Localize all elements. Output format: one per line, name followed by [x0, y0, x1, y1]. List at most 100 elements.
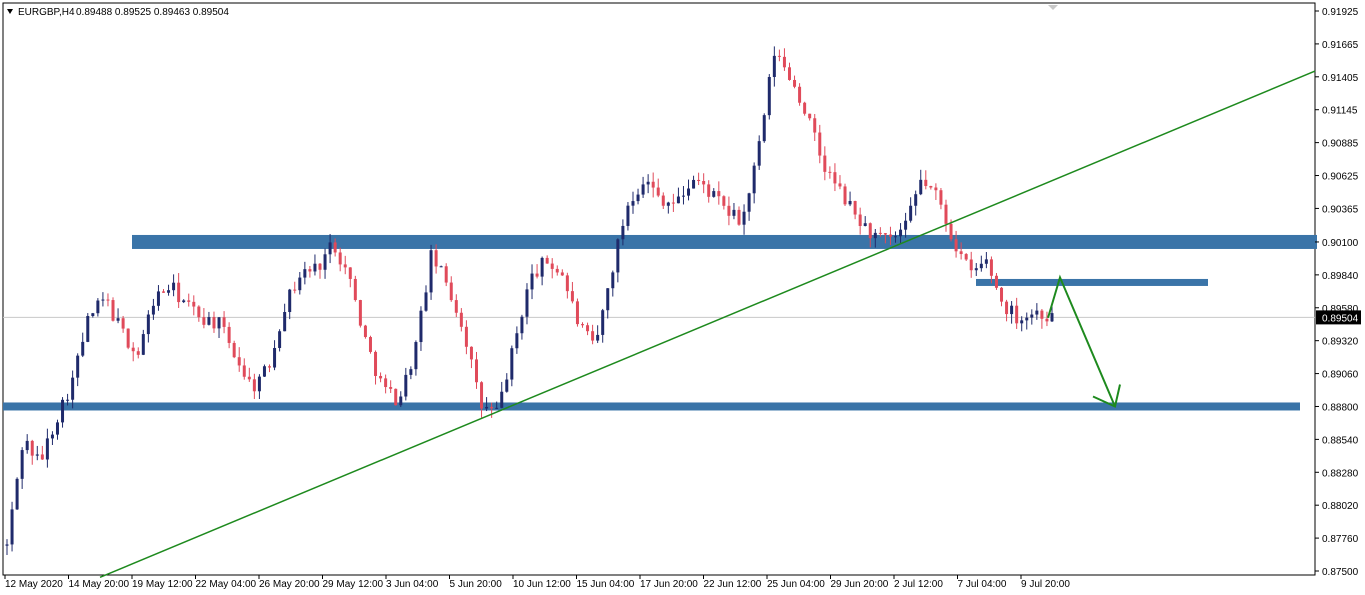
candle-body	[606, 288, 610, 311]
candle-body	[581, 324, 585, 326]
candle-body	[454, 300, 458, 313]
candle-body	[429, 250, 433, 293]
candle-body	[974, 268, 978, 271]
price-tick-label: 0.87760	[1322, 534, 1359, 545]
price-tick-label: 0.90100	[1322, 238, 1359, 249]
candle-body	[45, 438, 49, 460]
price-tick-label: 0.90885	[1322, 139, 1359, 150]
candle-body	[732, 209, 736, 216]
candle-body	[510, 348, 514, 380]
candle-body	[656, 187, 660, 196]
candle-body	[1005, 301, 1009, 315]
sr-zone	[132, 234, 1317, 249]
candle-body	[353, 278, 357, 301]
candle-body	[616, 239, 620, 273]
candle-body	[833, 172, 837, 184]
candle-body	[1050, 313, 1054, 322]
candle-body	[116, 318, 120, 321]
price-tick-label: 0.89840	[1322, 271, 1359, 282]
price-tick-label: 0.88280	[1322, 468, 1359, 479]
candle-body	[808, 113, 812, 119]
candle-body	[621, 225, 625, 240]
candle-body	[237, 357, 241, 366]
candle-body	[994, 275, 998, 288]
candle-body	[399, 396, 403, 406]
candle-body	[596, 334, 600, 341]
time-tick-label: 9 Jul 20:00	[1021, 579, 1070, 590]
candle-body	[55, 422, 59, 435]
candle-body	[50, 434, 54, 439]
candle-body	[469, 346, 473, 360]
candle-body	[20, 450, 24, 479]
candle-body	[5, 544, 9, 546]
candle-body	[707, 184, 711, 197]
price-tick-label: 0.88540	[1322, 435, 1359, 446]
candle-body	[520, 316, 524, 334]
candle-body	[954, 239, 958, 252]
candle-body	[338, 252, 342, 265]
candle-body	[782, 56, 786, 68]
candle-body	[313, 263, 317, 272]
candle-body	[449, 282, 453, 301]
candle-body	[687, 188, 691, 196]
candle-body	[944, 204, 948, 224]
candle-body	[767, 76, 771, 116]
candle-body	[823, 155, 827, 172]
candle-body	[40, 454, 44, 460]
candle-body	[550, 263, 554, 269]
candle-body	[631, 201, 635, 206]
time-tick-label: 12 May 2020	[5, 579, 63, 590]
time-tick-label: 2 Jul 12:00	[894, 579, 943, 590]
candle-body	[838, 183, 842, 187]
candle-body	[156, 291, 160, 306]
candle-body	[979, 263, 983, 269]
candle-body	[818, 132, 822, 156]
candle-body	[984, 259, 988, 264]
candle-body	[692, 179, 696, 189]
candle-body	[227, 326, 231, 343]
price-tick-label: 0.88800	[1322, 402, 1359, 413]
candle-body	[646, 181, 650, 185]
price-tick-label: 0.91145	[1322, 106, 1358, 117]
candle-body	[934, 187, 938, 191]
candle-body	[676, 196, 680, 204]
candle-body	[146, 314, 150, 335]
time-tick-label: 3 Jun 04:00	[386, 579, 439, 590]
candle-body	[500, 391, 504, 408]
candle-body	[131, 347, 135, 352]
candle-body	[793, 79, 797, 87]
candle-body	[182, 300, 186, 303]
candle-body	[15, 478, 19, 510]
candle-body	[30, 440, 34, 456]
candle-body	[424, 292, 428, 311]
time-tick-label: 29 Jun 20:00	[831, 579, 889, 590]
candle-body	[1015, 305, 1019, 324]
time-tick-label: 22 May 04:00	[196, 579, 257, 590]
candle-body	[626, 205, 630, 226]
candle-body	[202, 317, 206, 325]
candle-body	[389, 387, 393, 389]
candle-body	[303, 269, 307, 278]
candle-body	[394, 388, 398, 406]
candle-body	[702, 181, 706, 185]
time-tick-label: 26 May 20:00	[259, 579, 320, 590]
candle-body	[374, 351, 378, 376]
time-tick-label: 17 Jun 20:00	[640, 579, 698, 590]
candle-body	[257, 376, 261, 392]
sr-zone	[976, 278, 1208, 286]
candle-body	[525, 289, 529, 317]
time-tick-label: 22 Jun 12:00	[704, 579, 762, 590]
candle-body	[207, 317, 211, 325]
candle-body	[76, 355, 80, 378]
candle-body	[61, 399, 65, 423]
candle-body	[464, 326, 468, 347]
candle-body	[772, 55, 776, 77]
current-price-label: 0.89504	[1322, 313, 1359, 324]
price-tick-label: 0.91665	[1322, 40, 1359, 51]
candle-body	[894, 236, 898, 238]
candle-body	[651, 181, 655, 188]
candle-body	[35, 454, 39, 456]
candle-body	[575, 301, 579, 325]
candle-body	[318, 263, 322, 270]
candle-body	[863, 223, 867, 226]
